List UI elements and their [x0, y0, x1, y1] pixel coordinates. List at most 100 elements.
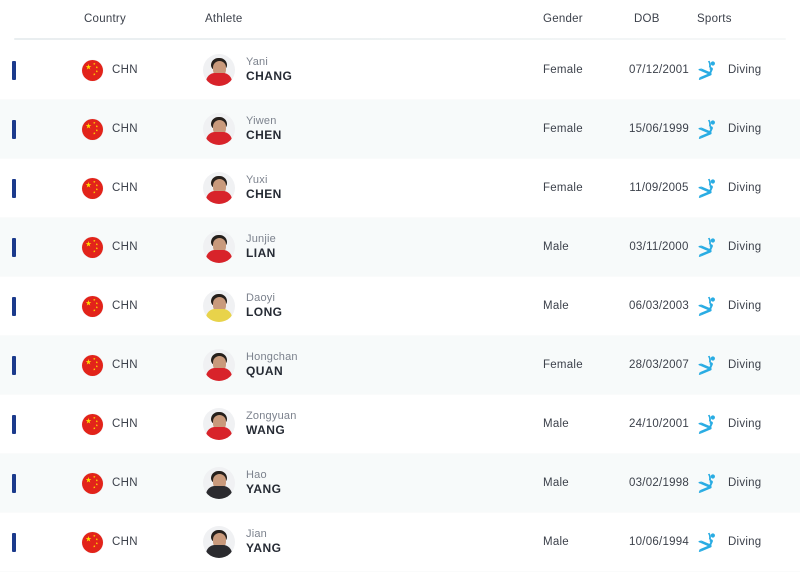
- row-accent-bar: [12, 61, 16, 80]
- country-cell: CHN: [82, 41, 138, 99]
- athlete-cell[interactable]: Yuxi CHEN: [203, 159, 282, 217]
- athlete-cell[interactable]: Hongchan QUAN: [203, 336, 298, 394]
- row-accent-bar: [12, 474, 16, 493]
- table-row[interactable]: CHN Yuxi CHEN Female 11/09/2005 Diving: [0, 159, 800, 218]
- column-header-country[interactable]: Country: [84, 13, 126, 25]
- country-cell: CHN: [82, 159, 138, 217]
- gender-cell: Female: [543, 359, 583, 371]
- athlete-name: Yuxi CHEN: [246, 173, 282, 203]
- flag-china-icon: [82, 354, 103, 376]
- athlete-cell[interactable]: Yani CHANG: [203, 41, 292, 99]
- athlete-family-name: QUAN: [246, 364, 284, 379]
- dob-cell: 15/06/1999: [628, 123, 690, 135]
- avatar: [203, 467, 235, 499]
- sport-label: Diving: [728, 182, 762, 194]
- row-accent-bar: [12, 238, 16, 257]
- athlete-given-name: Daoyi: [246, 291, 276, 304]
- flag-china-icon: [82, 472, 103, 494]
- flag-china-icon: [82, 295, 103, 317]
- country-code-label: CHN: [112, 241, 138, 253]
- athlete-family-name: YANG: [246, 541, 282, 556]
- flag-china-icon: [82, 413, 103, 435]
- flag-china-icon: [82, 118, 103, 140]
- athlete-cell[interactable]: Yiwen CHEN: [203, 100, 282, 158]
- table-row[interactable]: CHN Daoyi LONG Male 06/03/2003 Diving: [0, 277, 800, 336]
- country-cell: CHN: [82, 336, 138, 394]
- gender-cell: Male: [543, 536, 569, 548]
- sport-label: Diving: [728, 418, 762, 430]
- avatar: [203, 231, 235, 263]
- athlete-given-name: Yuxi: [246, 173, 268, 186]
- flag-china-icon: [82, 59, 103, 81]
- athlete-name: Hongchan QUAN: [246, 350, 298, 380]
- table-row[interactable]: CHN Yani CHANG Female 07/12/2001 Diving: [0, 41, 800, 100]
- country-cell: CHN: [82, 277, 138, 335]
- dob-cell: 28/03/2007: [628, 359, 690, 371]
- athlete-name: Yani CHANG: [246, 55, 292, 85]
- column-header-sports[interactable]: Sports: [697, 13, 732, 25]
- table-row[interactable]: CHN Junjie LIAN Male 03/11/2000 Diving: [0, 218, 800, 277]
- dob-cell: 07/12/2001: [628, 64, 690, 76]
- avatar: [203, 408, 235, 440]
- athlete-name: Yiwen CHEN: [246, 114, 282, 144]
- table-body: CHN Yani CHANG Female 07/12/2001 Diving …: [0, 38, 800, 572]
- row-accent-bar: [12, 415, 16, 434]
- row-accent-bar: [12, 120, 16, 139]
- diving-pictogram-icon: [698, 60, 715, 80]
- sport-label: Diving: [728, 536, 762, 548]
- athlete-cell[interactable]: Hao YANG: [203, 454, 281, 512]
- athlete-cell[interactable]: Jian YANG: [203, 513, 281, 571]
- country-code-label: CHN: [112, 477, 138, 489]
- country-code-label: CHN: [112, 123, 138, 135]
- diving-pictogram-icon: [698, 119, 715, 139]
- gender-cell: Male: [543, 300, 569, 312]
- column-header-gender[interactable]: Gender: [543, 13, 583, 25]
- table-row[interactable]: CHN Hao YANG Male 03/02/1998 Diving: [0, 454, 800, 513]
- country-cell: CHN: [82, 454, 138, 512]
- table-row[interactable]: CHN Yiwen CHEN Female 15/06/1999 Diving: [0, 100, 800, 159]
- athlete-name: Daoyi LONG: [246, 291, 282, 321]
- country-code-label: CHN: [112, 64, 138, 76]
- flag-china-icon: [82, 236, 103, 258]
- athlete-given-name: Jian: [246, 527, 267, 540]
- athlete-name: Jian YANG: [246, 527, 281, 557]
- dob-cell: 03/02/1998: [628, 477, 690, 489]
- diving-pictogram-icon: [698, 237, 715, 257]
- country-code-label: CHN: [112, 300, 138, 312]
- diving-pictogram-icon: [698, 473, 715, 493]
- dob-cell: 10/06/1994: [628, 536, 690, 548]
- athlete-given-name: Hongchan: [246, 350, 298, 363]
- country-code-label: CHN: [112, 359, 138, 371]
- athlete-family-name: CHEN: [246, 187, 282, 202]
- table-row[interactable]: CHN Jian YANG Male 10/06/1994 Diving: [0, 513, 800, 572]
- athlete-name: Hao YANG: [246, 468, 281, 498]
- athlete-cell[interactable]: Junjie LIAN: [203, 218, 276, 276]
- avatar: [203, 290, 235, 322]
- sports-cell: Diving: [694, 513, 761, 571]
- sport-label: Diving: [728, 241, 762, 253]
- column-header-athlete[interactable]: Athlete: [205, 13, 243, 25]
- gender-cell: Male: [543, 418, 569, 430]
- avatar: [203, 349, 235, 381]
- diving-pictogram-icon: [698, 532, 715, 552]
- sports-cell: Diving: [694, 277, 761, 335]
- athlete-cell[interactable]: Zongyuan WANG: [203, 395, 297, 453]
- sport-label: Diving: [728, 359, 762, 371]
- diving-pictogram-icon: [698, 355, 715, 375]
- athlete-given-name: Junjie: [246, 232, 276, 245]
- flag-china-icon: [82, 177, 103, 199]
- athlete-cell[interactable]: Daoyi LONG: [203, 277, 282, 335]
- avatar: [203, 172, 235, 204]
- athlete-name: Junjie LIAN: [246, 232, 276, 262]
- athletes-table: Country Athlete Gender DOB Sports CHN Ya…: [0, 0, 800, 572]
- table-row[interactable]: CHN Zongyuan WANG Male 24/10/2001 Diving: [0, 395, 800, 454]
- athlete-given-name: Yani: [246, 55, 268, 68]
- diving-pictogram-icon: [698, 178, 715, 198]
- gender-cell: Female: [543, 123, 583, 135]
- country-cell: CHN: [82, 218, 138, 276]
- row-accent-bar: [12, 533, 16, 552]
- country-code-label: CHN: [112, 536, 138, 548]
- column-header-dob[interactable]: DOB: [634, 13, 660, 25]
- table-row[interactable]: CHN Hongchan QUAN Female 28/03/2007 Divi…: [0, 336, 800, 395]
- avatar: [203, 113, 235, 145]
